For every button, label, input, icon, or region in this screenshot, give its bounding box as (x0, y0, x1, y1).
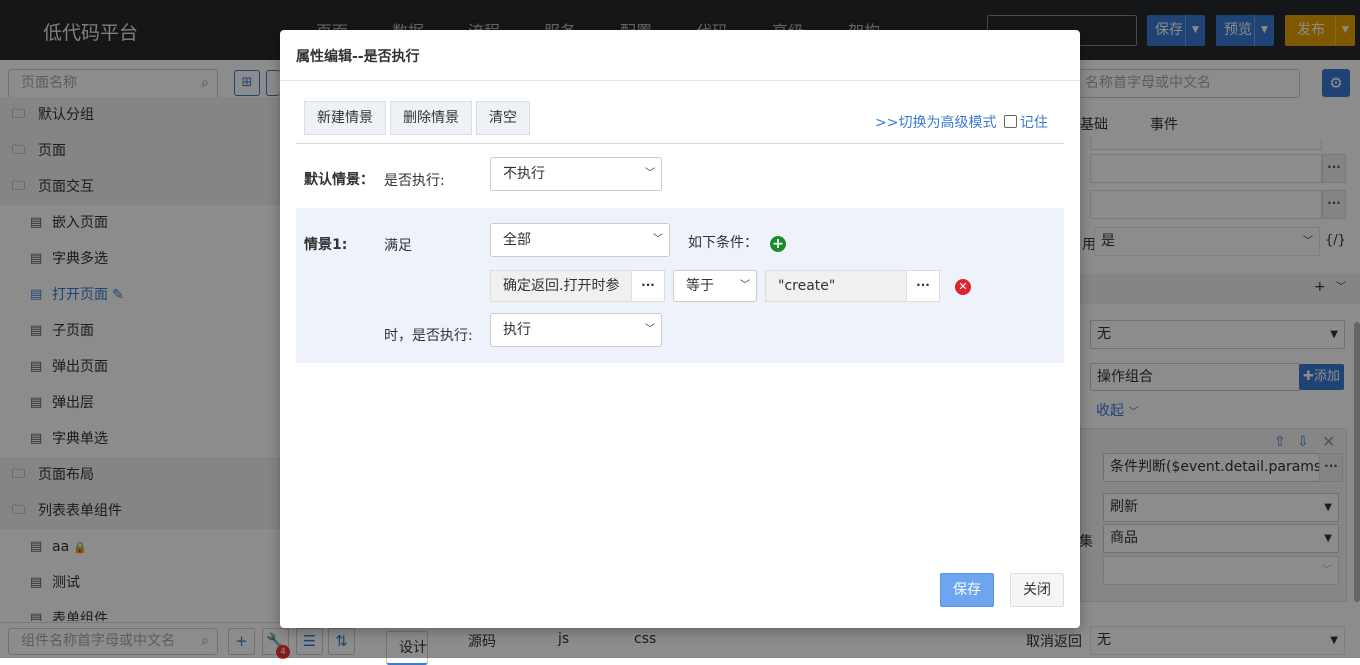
add-condition-icon[interactable]: + (770, 236, 786, 252)
input-value: "create" (778, 278, 836, 294)
more-icon[interactable]: ··· (631, 270, 665, 302)
default-scene-label: 默认情景： (304, 172, 374, 188)
operator-select[interactable]: 等于 ﹀ (673, 270, 757, 302)
then-execute-select[interactable]: 执行 ﹀ (490, 313, 662, 347)
select-value: 执行 (503, 322, 531, 338)
delete-condition-icon[interactable]: ✕ (955, 279, 971, 295)
then-execute-label: 时，是否执行: (384, 328, 473, 344)
default-execute-select[interactable]: 不执行 ﹀ (490, 157, 662, 191)
delete-scene-button[interactable]: 删除情景 (390, 101, 472, 135)
select-value: 等于 (686, 278, 714, 294)
dialog-save-button[interactable]: 保存 (940, 573, 994, 607)
conditions-label: 如下条件： (688, 235, 758, 251)
remember-checkbox[interactable] (1003, 115, 1017, 128)
scene-1-panel: 情景1: 满足 全部 ﹀ 如下条件： + 确定返回.打开时参 ··· 等于 ﹀ "c… (296, 208, 1064, 363)
match-mode-select[interactable]: 全部 ﹀ (490, 223, 670, 257)
chevron-down-icon: ﹀ (740, 280, 750, 291)
execute-label: 是否执行: (384, 173, 445, 189)
property-edit-dialog: 属性编辑--是否执行 新建情景 删除情景 清空 >>切换为高级模式 记住 默认情… (280, 30, 1080, 628)
chevron-down-icon: ﹀ (645, 324, 655, 335)
satisfy-label: 满足 (384, 238, 412, 254)
new-scene-button[interactable]: 新建情景 (304, 101, 386, 135)
chevron-down-icon: ﹀ (653, 234, 663, 245)
divider (280, 80, 1080, 81)
clear-button[interactable]: 清空 (476, 101, 530, 135)
condition-field-input[interactable]: 确定返回.打开时参 (490, 270, 632, 302)
condition-value-input[interactable]: "create" (765, 270, 907, 302)
advanced-mode-link[interactable]: >>切换为高级模式 (875, 115, 996, 131)
chevron-down-icon: ﹀ (645, 168, 655, 179)
select-value: 不执行 (503, 166, 545, 182)
dialog-close-button[interactable]: 关闭 (1010, 573, 1064, 607)
input-value: 确定返回.打开时参 (503, 278, 620, 294)
select-value: 全部 (503, 232, 531, 248)
more-icon[interactable]: ··· (906, 270, 940, 302)
dialog-title: 属性编辑--是否执行 (296, 49, 420, 65)
scene-1-label: 情景1: (304, 237, 348, 253)
divider (296, 143, 1064, 144)
remember-label: 记住 (1019, 115, 1048, 131)
advanced-mode-toggle: >>切换为高级模式 记住 (875, 112, 1048, 132)
